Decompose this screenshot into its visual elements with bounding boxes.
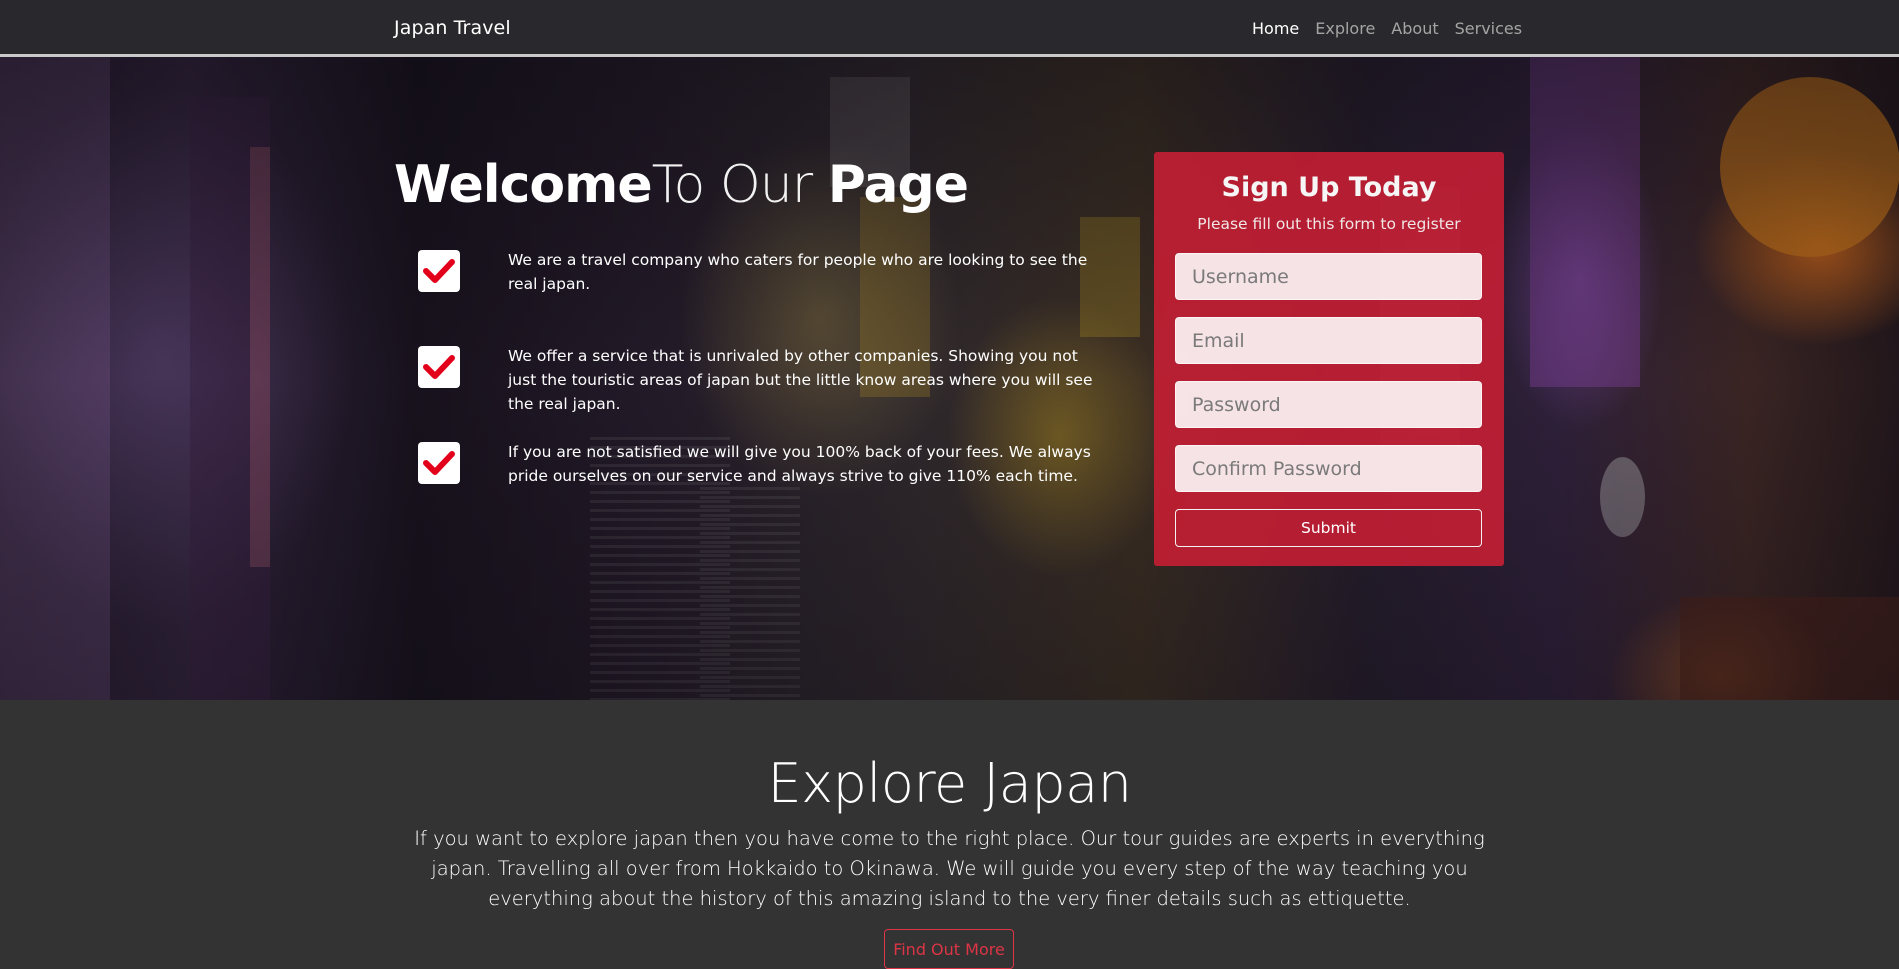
brand-logo-text[interactable]: Japan Travel — [394, 17, 511, 39]
feature-text: If you are not satisfied we will give yo… — [508, 443, 1091, 485]
hero-section: WelcomeTo Our Page We are a travel compa… — [0, 57, 1899, 700]
feature-text: We offer a service that is unrivaled by … — [508, 347, 1093, 413]
feature-item: We offer a service that is unrivaled by … — [418, 346, 1098, 413]
confirm-password-input[interactable] — [1175, 445, 1482, 492]
nav-link-services[interactable]: Services — [1455, 19, 1522, 38]
hero-title-to-our: To Our — [651, 155, 828, 215]
submit-button[interactable]: Submit — [1175, 509, 1482, 547]
username-input[interactable] — [1175, 253, 1482, 300]
feature-text: We are a travel company who caters for p… — [508, 251, 1088, 293]
hero-title: WelcomeTo Our Page — [394, 155, 969, 215]
email-input[interactable] — [1175, 317, 1482, 364]
hero-title-page: Page — [827, 155, 969, 215]
checkmark-icon — [418, 346, 460, 388]
checkmark-icon — [418, 442, 460, 484]
signup-form: Sign Up Today Please fill out this form … — [1154, 152, 1504, 566]
nav-link-home[interactable]: Home — [1252, 19, 1299, 38]
find-out-more-button[interactable]: Find Out More — [884, 929, 1014, 969]
explore-description: If you want to explore japan then you ha… — [414, 827, 1485, 910]
password-input[interactable] — [1175, 381, 1482, 428]
nav-links: Home Explore About Services — [1252, 19, 1522, 38]
explore-title: Explore Japan — [767, 752, 1132, 815]
signup-subtitle: Please fill out this form to register — [1197, 215, 1461, 233]
feature-item: If you are not satisfied we will give yo… — [418, 442, 1098, 502]
navbar: Japan Travel Home Explore About Services — [0, 0, 1899, 57]
checkmark-icon — [418, 250, 460, 292]
nav-link-explore[interactable]: Explore — [1315, 19, 1375, 38]
explore-section: Explore Japan If you want to explore jap… — [0, 700, 1899, 969]
nav-link-about[interactable]: About — [1391, 19, 1438, 38]
feature-item: We are a travel company who caters for p… — [418, 250, 1098, 310]
signup-title: Sign Up Today — [1221, 172, 1437, 203]
hero-title-welcome: Welcome — [394, 155, 653, 215]
